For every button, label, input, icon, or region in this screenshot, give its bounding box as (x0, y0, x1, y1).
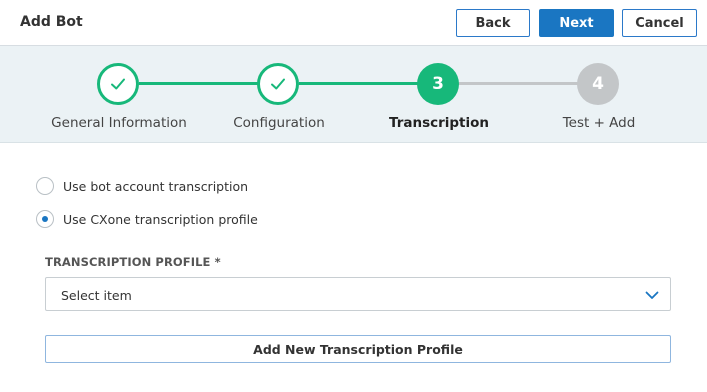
add-new-transcription-profile-button[interactable]: Add New Transcription Profile (45, 335, 671, 363)
check-icon (271, 78, 285, 90)
radio-bot-account-transcription[interactable]: Use bot account transcription (36, 177, 248, 195)
step-label-general-information: General Information (51, 115, 187, 131)
radio-button[interactable] (36, 210, 54, 228)
cancel-button[interactable]: Cancel (622, 9, 697, 37)
step-connector-3 (458, 82, 578, 85)
radio-cxone-transcription-profile[interactable]: Use CXone transcription profile (36, 210, 258, 228)
wizard-stepper: 3 4 General Information Configuration Tr… (0, 46, 707, 143)
radio-label: Use CXone transcription profile (63, 211, 258, 227)
step-label-transcription: Transcription (388, 115, 490, 131)
step-number: 4 (592, 74, 604, 94)
step-transcription: 3 (417, 63, 459, 105)
page-title: Add Bot (20, 14, 83, 30)
step-configuration[interactable] (257, 63, 299, 105)
transcription-profile-label: TRANSCRIPTION PROFILE * (45, 255, 221, 269)
back-button[interactable]: Back (456, 9, 530, 37)
check-icon (111, 78, 125, 90)
step-general-information[interactable] (97, 63, 139, 105)
radio-label: Use bot account transcription (63, 178, 249, 194)
step-connector-1 (139, 82, 259, 85)
radio-button[interactable] (36, 177, 54, 195)
step-number: 3 (432, 74, 444, 94)
step-connector-2 (299, 82, 418, 85)
step-label-test-add: Test + Add (562, 115, 636, 131)
select-value: Select item (61, 288, 132, 303)
header-bar: Add Bot Back Next Cancel (0, 0, 707, 46)
step-label-configuration: Configuration (233, 115, 325, 131)
step-test-add: 4 (577, 63, 619, 105)
transcription-profile-select[interactable]: Select item (45, 277, 671, 311)
next-button[interactable]: Next (539, 9, 614, 37)
chevron-down-icon (645, 291, 659, 299)
